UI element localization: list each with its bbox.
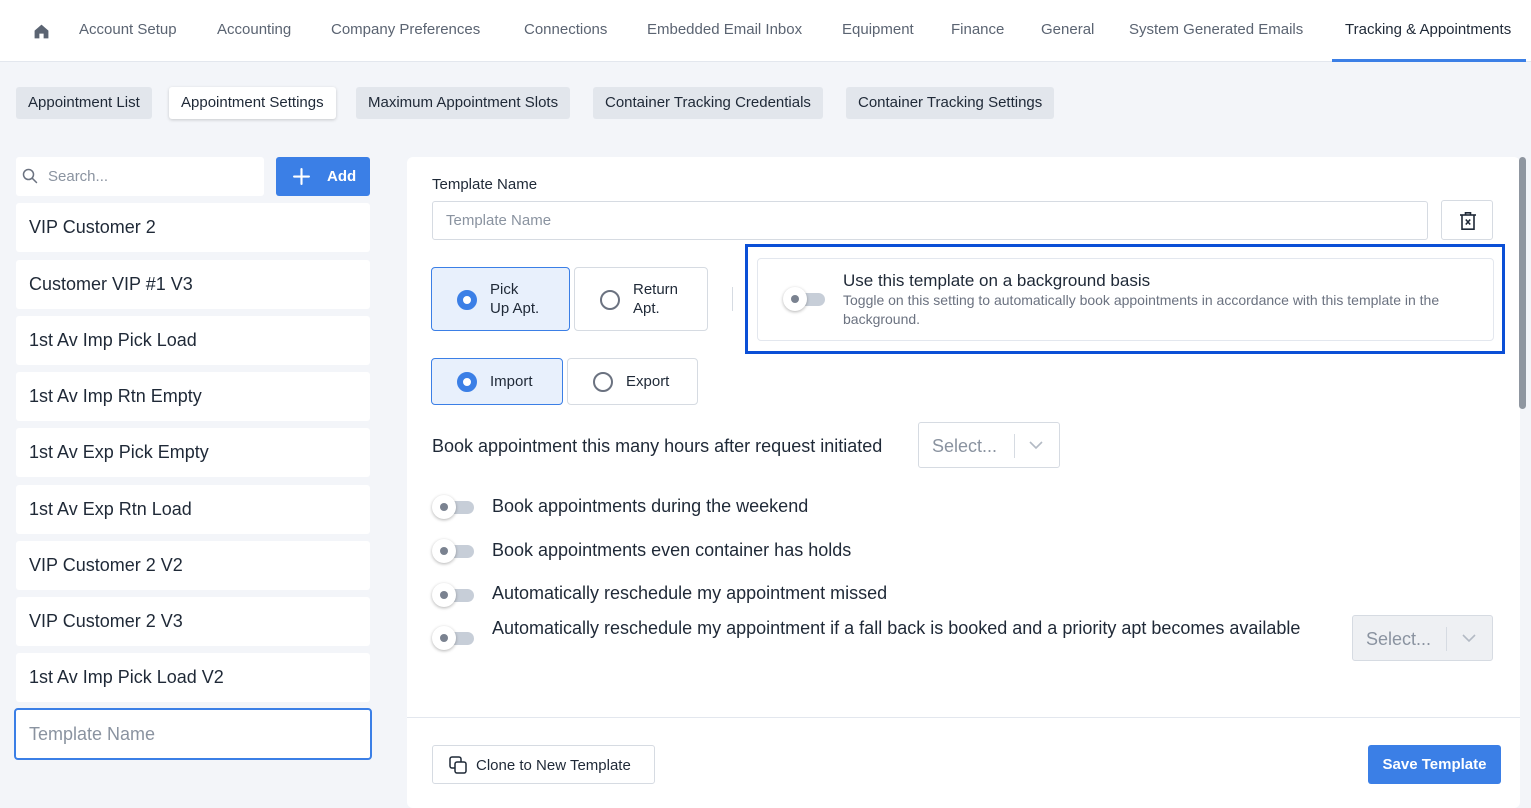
nav-tab-general[interactable]: General — [1041, 21, 1094, 38]
copy-icon — [449, 756, 467, 774]
template-list-item[interactable]: VIP Customer 2 V2 — [16, 541, 370, 590]
select-separator — [1446, 627, 1447, 651]
chevron-down-icon — [1029, 441, 1043, 450]
nav-tab-connections[interactable]: Connections — [524, 21, 607, 38]
toggle-knob — [783, 287, 807, 311]
template-name-label: Template Name — [432, 176, 538, 193]
delete-template-button[interactable] — [1441, 200, 1493, 240]
radio-pick-up-line2: Up Apt. — [490, 300, 540, 317]
radio-return-line2: Apt. — [633, 300, 660, 317]
radio-selected-icon — [457, 290, 477, 310]
home-icon[interactable] — [33, 23, 50, 40]
reschedule-missed-toggle[interactable] — [432, 583, 474, 607]
reschedule-fallback-toggle[interactable] — [432, 626, 474, 650]
scrollbar-thumb[interactable] — [1519, 157, 1526, 409]
template-list-item[interactable]: VIP Customer 2 V3 — [16, 597, 370, 646]
divider — [732, 287, 733, 311]
nav-tab-tracking-appointments[interactable]: Tracking & Appointments — [1345, 21, 1511, 38]
holds-toggle[interactable] — [432, 539, 474, 563]
template-list-item[interactable]: 1st Av Exp Pick Empty — [16, 428, 370, 477]
template-list-item[interactable]: 1st Av Imp Pick Load V2 — [16, 653, 370, 702]
radio-pick-up-line1: Pick — [490, 281, 519, 298]
new-template-name-input[interactable] — [16, 710, 370, 758]
template-list-item[interactable]: VIP Customer 2 — [16, 203, 370, 252]
fallback-select-placeholder: Select... — [1366, 629, 1432, 649]
template-list-item[interactable]: 1st Av Exp Rtn Load — [16, 485, 370, 534]
radio-export-label: Export — [626, 373, 670, 390]
toggle-knob — [432, 583, 456, 607]
holds-option-label: Book appointments even container has hol… — [492, 540, 852, 560]
footer-divider — [407, 717, 1520, 718]
radio-return-line1: Return — [633, 281, 679, 298]
radio-selected-icon — [457, 372, 477, 392]
subtab-maximum-appointment-slots[interactable]: Maximum Appointment Slots — [356, 87, 571, 119]
subtab-container-tracking-settings[interactable]: Container Tracking Settings — [846, 87, 1055, 119]
background-basis-toggle[interactable] — [783, 287, 825, 311]
template-name-input[interactable] — [433, 202, 1427, 239]
weekend-option-label: Book appointments during the weekend — [492, 496, 809, 516]
subtab-appointment-list[interactable]: Appointment List — [16, 87, 152, 119]
toggle-knob — [432, 495, 456, 519]
radio-export[interactable]: Export — [567, 358, 698, 405]
clone-to-new-template-button[interactable]: Clone to New Template — [432, 745, 655, 784]
new-template-item — [14, 708, 372, 760]
background-setting-description: Toggle on this setting to automatically … — [843, 292, 1440, 327]
search-input[interactable] — [48, 157, 258, 196]
nav-tab-company-preferences[interactable]: Company Preferences — [331, 21, 480, 38]
background-setting-title: Use this template on a background basis — [843, 271, 1151, 290]
radio-unselected-icon — [600, 290, 620, 310]
hours-select[interactable]: Select... — [918, 422, 1060, 468]
radio-unselected-icon — [593, 372, 613, 392]
nav-tab-embedded-email-inbox[interactable]: Embedded Email Inbox — [647, 21, 802, 38]
nav-tab-account-setup[interactable]: Account Setup — [79, 21, 177, 38]
toggle-knob — [432, 539, 456, 563]
subtab-container-tracking-credentials[interactable]: Container Tracking Credentials — [593, 87, 823, 119]
nav-tab-accounting[interactable]: Accounting — [217, 21, 291, 38]
weekend-toggle[interactable] — [432, 495, 474, 519]
nav-tab-equipment[interactable]: Equipment — [842, 21, 914, 38]
reschedule-fallback-option-label: Automatically reschedule my appointment … — [492, 618, 1301, 638]
reschedule-missed-option-label: Automatically reschedule my appointment … — [492, 583, 888, 603]
toggle-knob — [432, 626, 456, 650]
template-list-item[interactable]: 1st Av Imp Rtn Empty — [16, 372, 370, 421]
radio-import-label: Import — [490, 373, 533, 390]
search-box — [16, 157, 264, 196]
hours-select-placeholder: Select... — [932, 436, 998, 456]
template-name-field — [432, 201, 1428, 240]
hours-after-request-label: Book appointment this many hours after r… — [432, 436, 883, 456]
add-button-label: Add — [327, 168, 357, 185]
search-icon — [22, 168, 38, 184]
select-separator — [1014, 434, 1015, 458]
nav-tab-system-generated-emails[interactable]: System Generated Emails — [1129, 21, 1303, 38]
top-nav: Account Setup Accounting Company Prefere… — [0, 0, 1531, 62]
template-list-item[interactable]: 1st Av Imp Pick Load — [16, 316, 370, 365]
radio-return-apt[interactable]: Return Apt. — [574, 267, 708, 331]
save-template-button[interactable]: Save Template — [1368, 745, 1501, 784]
nav-tab-finance[interactable]: Finance — [951, 21, 1004, 38]
subtab-appointment-settings[interactable]: Appointment Settings — [169, 87, 336, 119]
add-button[interactable]: Add — [276, 157, 370, 196]
chevron-down-icon — [1462, 634, 1476, 643]
fallback-select[interactable]: Select... — [1352, 615, 1493, 661]
radio-import[interactable]: Import — [431, 358, 563, 405]
plus-icon — [293, 168, 310, 185]
radio-pick-up-apt[interactable]: Pick Up Apt. — [431, 267, 570, 331]
template-list-item[interactable]: Customer VIP #1 V3 — [16, 260, 370, 309]
clone-button-label: Clone to New Template — [476, 757, 631, 774]
active-tab-indicator — [1332, 59, 1526, 62]
trash-icon — [1460, 212, 1476, 230]
